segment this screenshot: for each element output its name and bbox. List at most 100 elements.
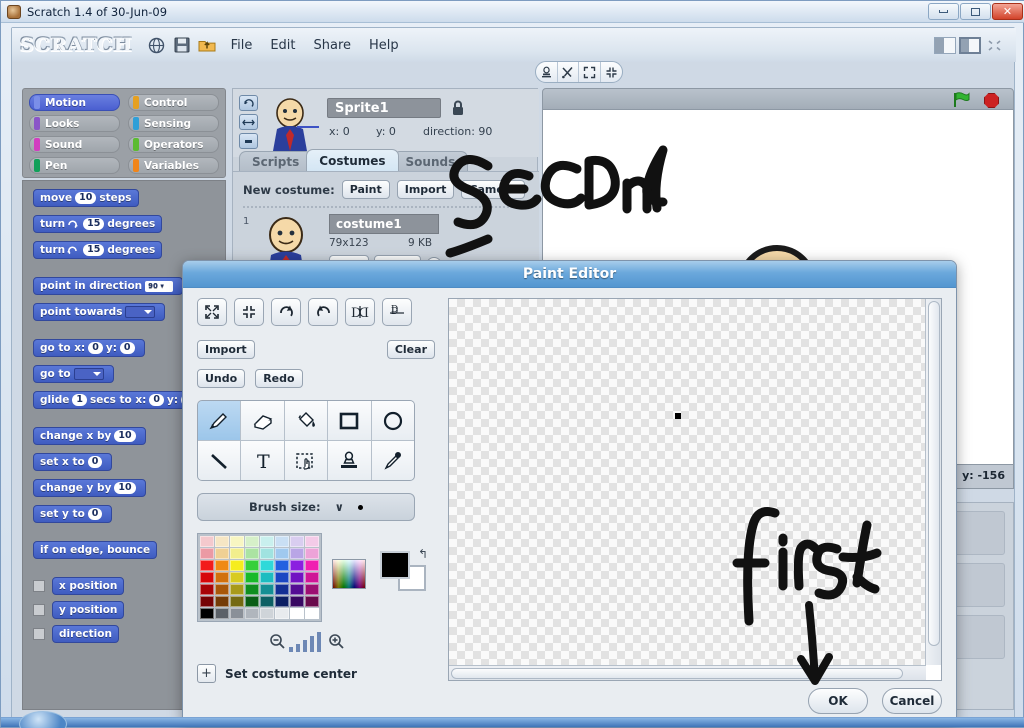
block-input-degrees[interactable]: 15 bbox=[83, 218, 105, 230]
block-point-towards[interactable]: point towards bbox=[33, 303, 166, 321]
color-swatch-2-6[interactable] bbox=[290, 560, 304, 571]
category-looks[interactable]: Looks bbox=[29, 115, 120, 132]
foreground-color-swatch[interactable] bbox=[380, 551, 410, 579]
block-dropdown-towards[interactable] bbox=[125, 306, 156, 318]
color-swatch-6-4[interactable] bbox=[260, 608, 274, 619]
rainbow-picker[interactable] bbox=[332, 559, 366, 589]
block-input-secs[interactable]: 1 bbox=[72, 394, 87, 406]
color-swatch-5-5[interactable] bbox=[275, 596, 289, 607]
block-input-dy[interactable]: 10 bbox=[114, 482, 136, 494]
ok-button[interactable]: OK bbox=[808, 688, 868, 714]
block-move-steps[interactable]: move 10 steps bbox=[33, 189, 139, 207]
color-swatch-6-2[interactable] bbox=[230, 608, 244, 619]
flip-mode-button[interactable] bbox=[239, 114, 258, 130]
color-swatch-4-4[interactable] bbox=[260, 584, 274, 595]
block-if-on-edge-bounce[interactable]: if on edge, bounce bbox=[33, 541, 158, 559]
color-swatch-3-3[interactable] bbox=[245, 572, 259, 583]
stage-view-buttons[interactable] bbox=[934, 36, 1008, 54]
category-sound[interactable]: Sound bbox=[29, 136, 120, 153]
import-costume-button[interactable]: Import bbox=[396, 180, 455, 199]
flip-vertical-icon[interactable]: DD bbox=[382, 298, 412, 326]
sprite-thumbnail[interactable] bbox=[265, 95, 321, 153]
block-input-x[interactable]: 0 bbox=[88, 342, 103, 354]
fg-bg-color-swatches[interactable]: ↰ bbox=[380, 547, 432, 593]
brush-size-control[interactable]: Brush size: ∨ bbox=[197, 493, 415, 521]
minimize-button[interactable] bbox=[928, 3, 959, 20]
reporter-checkbox[interactable] bbox=[33, 628, 45, 640]
menu-share[interactable]: Share bbox=[314, 38, 352, 53]
color-swatch-1-0[interactable] bbox=[200, 548, 214, 559]
color-swatch-6-5[interactable] bbox=[275, 608, 289, 619]
canvas-horizontal-scrollbar[interactable] bbox=[449, 665, 926, 680]
menu-file[interactable]: File bbox=[231, 38, 253, 53]
block-input-y[interactable]: 0 bbox=[87, 508, 103, 520]
normal-stage-view-button[interactable] bbox=[959, 36, 981, 54]
zoom-out-icon[interactable] bbox=[269, 633, 286, 652]
small-stage-view-button[interactable] bbox=[934, 36, 956, 54]
redo-button[interactable]: Redo bbox=[255, 369, 303, 388]
text-tool[interactable]: T bbox=[241, 441, 284, 480]
import-clear-row[interactable]: Import Clear bbox=[197, 340, 435, 359]
block-dropdown-target[interactable] bbox=[73, 368, 104, 380]
block-go-to-xy[interactable]: go to x: 0 y: 0 bbox=[33, 339, 145, 357]
shrink-icon[interactable] bbox=[601, 62, 622, 82]
color-palette-zone[interactable]: ↰ bbox=[197, 533, 435, 622]
globe-icon[interactable] bbox=[147, 35, 167, 55]
scrollbar-thumb[interactable] bbox=[451, 668, 903, 679]
category-operators[interactable]: Operators bbox=[128, 136, 219, 153]
sprite-name-field[interactable]: Sprite1 bbox=[327, 98, 441, 118]
color-swatch-6-6[interactable] bbox=[290, 608, 304, 619]
color-swatch-1-2[interactable] bbox=[230, 548, 244, 559]
color-swatch-6-3[interactable] bbox=[245, 608, 259, 619]
costume-name[interactable]: costume1 bbox=[329, 214, 439, 234]
block-input-x[interactable]: 0 bbox=[87, 456, 103, 468]
cancel-button[interactable]: Cancel bbox=[882, 688, 942, 714]
brush-tool[interactable] bbox=[198, 401, 241, 440]
color-swatch-4-3[interactable] bbox=[245, 584, 259, 595]
line-tool[interactable] bbox=[198, 441, 241, 480]
color-swatch-5-3[interactable] bbox=[245, 596, 259, 607]
block-input-y[interactable]: 0 bbox=[119, 342, 135, 354]
share-folder-icon[interactable] bbox=[197, 35, 217, 55]
color-swatch-1-4[interactable] bbox=[260, 548, 274, 559]
color-swatch-2-5[interactable] bbox=[275, 560, 289, 571]
rotate-mode-button[interactable] bbox=[239, 95, 258, 111]
color-swatch-0-0[interactable] bbox=[200, 536, 214, 547]
select-tool[interactable] bbox=[284, 441, 328, 480]
color-swatch-0-5[interactable] bbox=[275, 536, 289, 547]
paint-costume-button[interactable]: Paint bbox=[341, 180, 390, 199]
color-swatch-0-1[interactable] bbox=[215, 536, 229, 547]
color-grid[interactable] bbox=[197, 533, 322, 622]
no-rotate-mode-button[interactable] bbox=[239, 133, 258, 149]
color-swatch-4-7[interactable] bbox=[305, 584, 319, 595]
swap-colors-icon[interactable]: ↰ bbox=[418, 547, 428, 561]
category-pen[interactable]: Pen bbox=[29, 157, 120, 174]
color-swatch-0-7[interactable] bbox=[305, 536, 319, 547]
color-swatch-5-7[interactable] bbox=[305, 596, 319, 607]
maximize-button[interactable] bbox=[960, 3, 991, 20]
set-costume-center-icon[interactable]: + bbox=[197, 664, 216, 683]
eyedropper-tool[interactable] bbox=[371, 441, 414, 480]
zoom-level-5[interactable] bbox=[317, 632, 321, 652]
lock-icon[interactable] bbox=[451, 99, 465, 119]
zoom-level-4[interactable] bbox=[310, 636, 314, 652]
color-swatch-2-0[interactable] bbox=[200, 560, 214, 571]
grow-icon[interactable] bbox=[579, 62, 601, 82]
color-swatch-3-2[interactable] bbox=[230, 572, 244, 583]
block-input-dx[interactable]: 10 bbox=[114, 430, 136, 442]
color-swatch-6-1[interactable] bbox=[215, 608, 229, 619]
undo-button[interactable]: Undo bbox=[197, 369, 246, 388]
color-swatch-5-2[interactable] bbox=[230, 596, 244, 607]
fill-tool[interactable] bbox=[284, 401, 328, 440]
color-swatch-5-4[interactable] bbox=[260, 596, 274, 607]
camera-costume-button[interactable]: Camera bbox=[461, 180, 525, 199]
color-swatch-6-0[interactable] bbox=[200, 608, 214, 619]
block-change-x-by[interactable]: change x by 10 bbox=[33, 427, 146, 445]
block-input-steps[interactable]: 10 bbox=[75, 192, 97, 204]
edit-toolbar[interactable] bbox=[535, 61, 623, 83]
color-swatch-4-5[interactable] bbox=[275, 584, 289, 595]
green-flag-icon[interactable] bbox=[953, 92, 971, 108]
reporter-direction[interactable]: direction bbox=[52, 625, 119, 643]
zoom-level-3[interactable] bbox=[303, 640, 307, 652]
color-swatch-3-6[interactable] bbox=[290, 572, 304, 583]
